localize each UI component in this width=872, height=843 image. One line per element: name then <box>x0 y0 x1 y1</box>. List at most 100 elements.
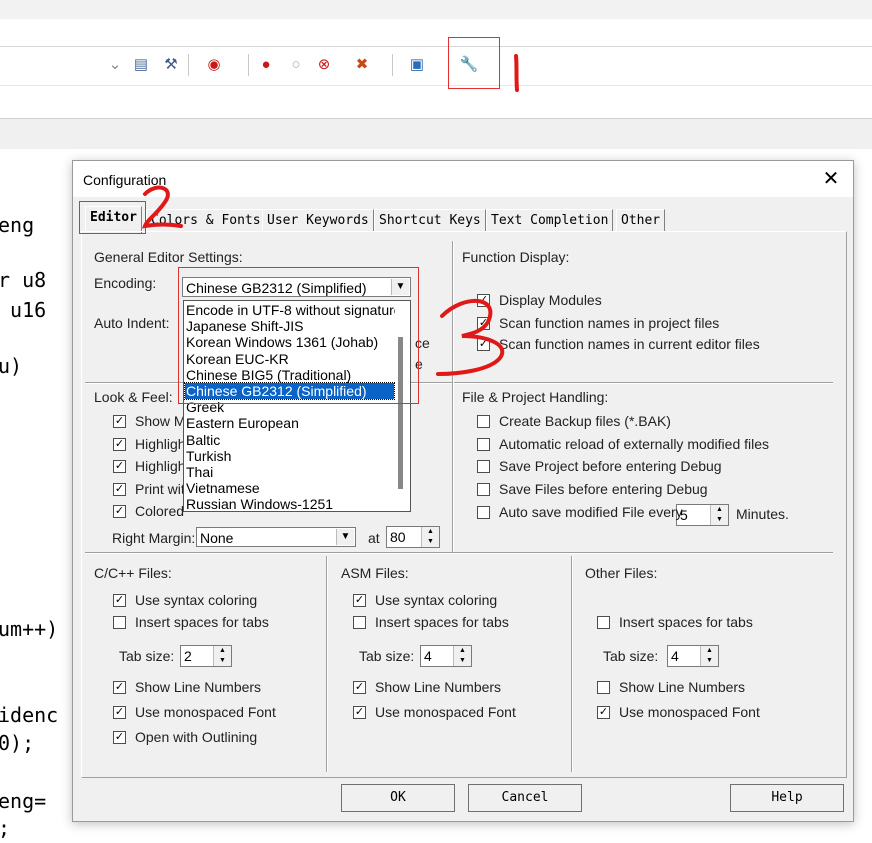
look-feel-checkbox[interactable]: ✓ <box>113 415 126 428</box>
other-line-numbers-label: Show Line Numbers <box>619 679 746 695</box>
auto-indent-label: Auto Indent: <box>94 315 170 331</box>
encoding-option[interactable]: Vietnamese <box>185 480 394 496</box>
code-line: eng= <box>0 789 47 813</box>
kill-breakpoint-icon[interactable]: ✖ <box>345 53 379 75</box>
cpp-line-numbers-label: Show Line Numbers <box>135 679 262 695</box>
file-project-checkbox[interactable] <box>477 460 490 473</box>
cpp-insert-spaces-checkbox[interactable] <box>113 616 126 629</box>
encoding-label: Encoding: <box>94 275 157 291</box>
zoom-icon[interactable]: ◉ <box>197 53 231 75</box>
cpp-monospaced-label: Use monospaced Font <box>135 704 276 720</box>
cpp-outlining-checkbox[interactable]: ✓ <box>113 731 126 744</box>
hammer-icon[interactable]: ⚒ <box>160 53 182 75</box>
file-project-checkbox[interactable] <box>477 483 490 496</box>
right-margin-value: None <box>200 530 234 546</box>
asm-line-numbers-checkbox[interactable]: ✓ <box>353 681 366 694</box>
look-feel-checkbox[interactable]: ✓ <box>113 438 126 451</box>
cpp-tab-size-spinner[interactable]: 2 ▲ ▼ <box>180 645 232 667</box>
annotation-mark-2 <box>142 185 183 229</box>
other-insert-spaces-checkbox[interactable] <box>597 616 610 629</box>
chevron-down-icon[interactable]: ▼ <box>336 529 354 545</box>
general-settings-heading: General Editor Settings: <box>94 249 243 265</box>
annotation-mark-1 <box>514 54 519 92</box>
cpp-line-numbers-checkbox[interactable]: ✓ <box>113 681 126 694</box>
annotation-box-encoding <box>178 267 419 404</box>
divider <box>85 552 833 554</box>
asm-tab-size-spinner[interactable]: 4 ▲ ▼ <box>420 645 472 667</box>
toolbar-separator <box>188 54 189 76</box>
cpp-syntax-label: Use syntax coloring <box>135 592 258 608</box>
annotation-box-wrench <box>448 37 500 89</box>
divider <box>452 241 454 552</box>
cpp-files-heading: C/C++ Files: <box>94 565 172 581</box>
window-icon[interactable]: ▣ <box>400 53 434 75</box>
look-feel-checkbox[interactable]: ✓ <box>113 505 126 518</box>
spinner-arrows-icon[interactable]: ▲ ▼ <box>213 646 231 666</box>
spinner-arrows-icon[interactable]: ▲ ▼ <box>453 646 471 666</box>
tab-shortcut-keys[interactable]: Shortcut Keys <box>374 209 486 232</box>
encoding-option[interactable]: Eastern European <box>185 415 394 431</box>
look-feel-label: Highligh <box>135 458 186 474</box>
empty-breakpoint-icon[interactable]: ○ <box>285 53 307 75</box>
encoding-option[interactable]: Thai <box>185 464 394 480</box>
look-feel-heading: Look & Feel: <box>94 389 173 405</box>
asm-insert-spaces-checkbox[interactable] <box>353 616 366 629</box>
cpp-syntax-checkbox[interactable]: ✓ <box>113 594 126 607</box>
spinner-arrows-icon[interactable]: ▲ ▼ <box>421 527 439 547</box>
encoding-option[interactable]: Turkish <box>185 448 394 464</box>
cancel-button[interactable]: Cancel <box>468 784 582 812</box>
file-project-checkbox[interactable] <box>477 438 490 451</box>
encoding-option[interactable]: Russian Windows-1251 <box>185 496 394 512</box>
file-project-checkbox[interactable] <box>477 415 490 428</box>
other-line-numbers-checkbox[interactable] <box>597 681 610 694</box>
doc-edit-icon[interactable]: ▤ <box>130 53 152 75</box>
other-tab-size-label: Tab size: <box>603 648 659 664</box>
divider <box>571 556 573 772</box>
look-feel-checkbox[interactable]: ✓ <box>113 483 126 496</box>
code-line: u) <box>0 354 23 378</box>
code-line: 0); <box>0 731 35 755</box>
other-files-heading: Other Files: <box>585 565 658 581</box>
autosave-minutes-spinner[interactable]: 5 ▲ ▼ <box>676 504 729 526</box>
asm-syntax-label: Use syntax coloring <box>375 592 498 608</box>
spinner-arrows-icon[interactable]: ▲ ▼ <box>700 646 718 666</box>
other-monospaced-checkbox[interactable]: ✓ <box>597 706 610 719</box>
encoding-option[interactable]: Baltic <box>185 432 394 448</box>
other-tab-size-value: 4 <box>671 648 679 664</box>
help-button[interactable]: Help <box>730 784 844 812</box>
cpp-insert-spaces-label: Insert spaces for tabs <box>135 614 269 630</box>
cpp-outlining-label: Open with Outlining <box>135 729 258 745</box>
spinner-arrows-icon[interactable]: ▲ ▼ <box>710 505 728 525</box>
asm-monospaced-label: Use monospaced Font <box>375 704 516 720</box>
right-margin-spinner[interactable]: 80 ▲ ▼ <box>386 526 440 548</box>
app-menu-strip <box>0 0 872 19</box>
code-line: r u8 <box>0 268 47 292</box>
asm-monospaced-checkbox[interactable]: ✓ <box>353 706 366 719</box>
right-margin-select[interactable]: None ▼ <box>196 527 356 547</box>
look-feel-checkbox[interactable]: ✓ <box>113 460 126 473</box>
close-icon[interactable]: ✕ <box>817 165 845 193</box>
file-project-label: Save Project before entering Debug <box>499 458 722 474</box>
other-insert-spaces-label: Insert spaces for tabs <box>619 614 753 630</box>
asm-insert-spaces-label: Insert spaces for tabs <box>375 614 509 630</box>
code-line: idenc <box>0 703 59 727</box>
cpp-monospaced-checkbox[interactable]: ✓ <box>113 706 126 719</box>
asm-syntax-checkbox[interactable]: ✓ <box>353 594 366 607</box>
link-breakpoint-icon[interactable]: ⊗ <box>313 53 335 75</box>
tab-strip-background <box>0 118 872 150</box>
file-project-label: Auto save modified File every <box>499 504 683 520</box>
right-margin-label: Right Margin: <box>112 530 196 546</box>
file-project-checkbox[interactable] <box>477 506 490 519</box>
tab-user-keywords[interactable]: User Keywords <box>262 209 374 232</box>
annotation-mark-3 <box>436 299 505 376</box>
breakpoint-icon[interactable]: ● <box>255 53 277 75</box>
ok-button[interactable]: OK <box>341 784 455 812</box>
look-feel-label: Colored <box>135 503 185 519</box>
dropdown-arrow-icon[interactable]: ⌄ <box>104 53 126 75</box>
code-line: ; <box>0 816 10 840</box>
other-tab-size-spinner[interactable]: 4 ▲ ▼ <box>667 645 719 667</box>
tab-other[interactable]: Other <box>616 209 666 232</box>
at-label: at <box>368 530 380 546</box>
file-project-label: Create Backup files (*.BAK) <box>499 413 671 429</box>
tab-text-completion[interactable]: Text Completion <box>486 209 614 232</box>
